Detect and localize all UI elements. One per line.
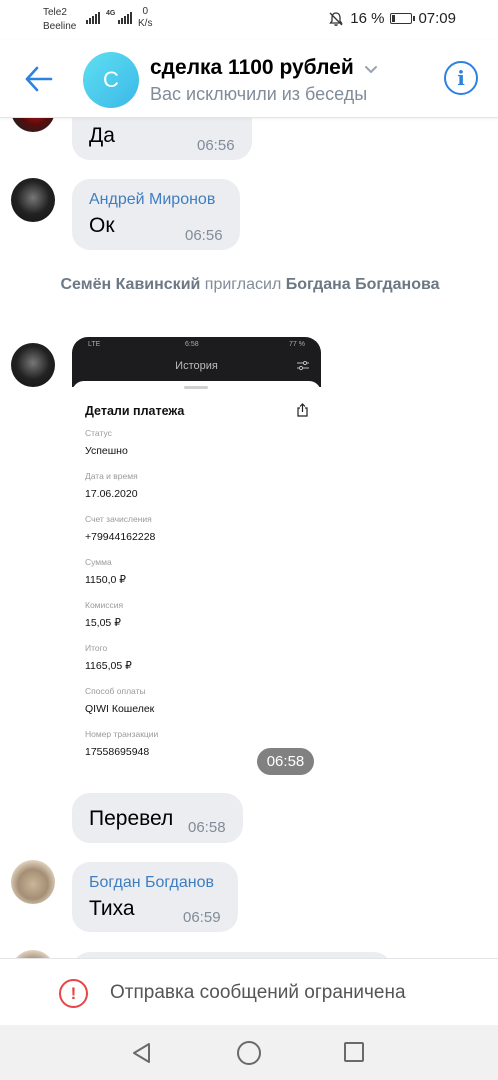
carrier-2: Beeline bbox=[43, 21, 77, 32]
payment-details-title: Детали платежа bbox=[85, 404, 185, 418]
photo-attachment[interactable]: LTE 6:58 77 % История Детали платежа Ста… bbox=[72, 337, 321, 783]
info-icon[interactable]: i bbox=[444, 61, 478, 95]
restricted-text: Отправка сообщений ограничена bbox=[110, 982, 406, 1003]
message-bubble[interactable]: Богдан Богданов Тиха 06:59 bbox=[72, 862, 238, 932]
payment-field-value: 15,05 ₽ bbox=[85, 617, 121, 629]
payment-field-value: QIWI Кошелек bbox=[85, 703, 155, 715]
speed-unit: K/s bbox=[138, 18, 153, 29]
payment-field-label: Способ оплаты bbox=[85, 686, 146, 696]
battery-percent: 16 % bbox=[350, 10, 385, 27]
payment-details-sheet: Детали платежа Статус Успешно Дата и время… bbox=[72, 381, 321, 783]
status-right: 16 % 07:09 bbox=[328, 10, 456, 27]
payment-field-value: Успешно bbox=[85, 445, 128, 457]
message-text: Да bbox=[89, 124, 115, 147]
share-icon bbox=[297, 403, 308, 417]
filter-icon bbox=[297, 361, 309, 371]
warning-icon: ! bbox=[59, 979, 88, 1008]
avatar[interactable] bbox=[11, 860, 55, 904]
payment-field-label: Номер транзакции bbox=[85, 729, 159, 739]
screenshot-status-left: LTE bbox=[88, 341, 101, 348]
chat-title[interactable]: сделка 1100 рублей bbox=[150, 56, 354, 80]
clock: 07:09 bbox=[418, 10, 456, 27]
payment-field-value: 1150,0 ₽ bbox=[85, 574, 126, 586]
message-text: Ок bbox=[89, 214, 115, 237]
chevron-down-icon[interactable] bbox=[364, 65, 378, 75]
chat-header: С сделка 1100 рублей Вас исключили из бе… bbox=[0, 40, 498, 118]
payment-field-value: 1165,05 ₽ bbox=[85, 660, 132, 672]
avatar[interactable] bbox=[11, 343, 55, 387]
screenshot-status-right: 77 % bbox=[289, 341, 305, 348]
message-time: 06:56 bbox=[197, 137, 235, 154]
sheet-handle bbox=[184, 386, 208, 389]
sender-name[interactable]: Андрей Миронов bbox=[89, 191, 215, 209]
system-nav-bar bbox=[0, 1025, 498, 1080]
payment-field-label: Итого bbox=[85, 643, 108, 653]
muted-bell-icon bbox=[329, 11, 344, 26]
message-time: 06:59 bbox=[183, 909, 221, 926]
signal-icon bbox=[86, 12, 100, 24]
network-type: 4G bbox=[106, 10, 116, 17]
service-actor[interactable]: Семён Кавинский bbox=[61, 276, 201, 293]
payment-field-label: Дата и время bbox=[85, 471, 138, 481]
screenshot-status-time: 6:58 bbox=[185, 341, 199, 348]
chat-subtitle: Вас исключили из беседы bbox=[150, 84, 368, 104]
payment-field-label: Статус bbox=[85, 428, 112, 438]
service-target[interactable]: Богдана Богданова bbox=[286, 276, 440, 293]
screenshot-topbar: LTE 6:58 77 % История bbox=[72, 337, 321, 387]
network-speed: 0 K/s bbox=[138, 6, 152, 30]
payment-field-label: Счет зачисления bbox=[85, 514, 152, 524]
carrier-names: Tele2 Beeline bbox=[43, 6, 76, 34]
payment-field-value: +79944162228 bbox=[85, 531, 156, 543]
signal-icon-2 bbox=[118, 12, 132, 24]
speed-value: 0 bbox=[142, 6, 148, 17]
battery-icon bbox=[390, 13, 416, 24]
back-arrow-icon[interactable] bbox=[22, 62, 56, 96]
payment-field-label: Сумма bbox=[85, 557, 112, 567]
payment-field-value: 17.06.2020 bbox=[85, 488, 138, 500]
payment-field-label: Комиссия bbox=[85, 600, 124, 610]
message-text: Тиха bbox=[89, 897, 135, 920]
nav-back-icon[interactable] bbox=[130, 1041, 154, 1065]
message-text: Перевел bbox=[89, 807, 174, 830]
nav-recents-icon[interactable] bbox=[344, 1042, 364, 1062]
avatar[interactable] bbox=[11, 178, 55, 222]
nav-home-icon[interactable] bbox=[237, 1041, 261, 1065]
message-bubble[interactable]: Перевел 06:58 bbox=[72, 793, 243, 843]
message-bubble[interactable]: Андрей Миронов Ок 06:56 bbox=[72, 179, 240, 250]
service-action: пригласил bbox=[200, 276, 286, 293]
carrier-1: Tele2 bbox=[43, 7, 67, 18]
sender-name[interactable]: Богдан Богданов bbox=[89, 874, 214, 892]
chat-avatar[interactable]: С bbox=[83, 52, 139, 108]
message-time: 06:58 bbox=[188, 819, 226, 836]
status-bar: Tele2 Beeline 4G 0 K/s 16 % 07:09 bbox=[0, 0, 498, 40]
screenshot-screen-title: История bbox=[175, 360, 218, 372]
payment-field-value: 17558695948 bbox=[85, 746, 150, 758]
message-time: 06:56 bbox=[185, 227, 223, 244]
service-message: Семён Кавинский пригласил Богдана Богдан… bbox=[60, 274, 440, 296]
input-restricted-bar: ! Отправка сообщений ограничена bbox=[0, 958, 498, 1025]
photo-time: 06:58 bbox=[257, 748, 314, 775]
